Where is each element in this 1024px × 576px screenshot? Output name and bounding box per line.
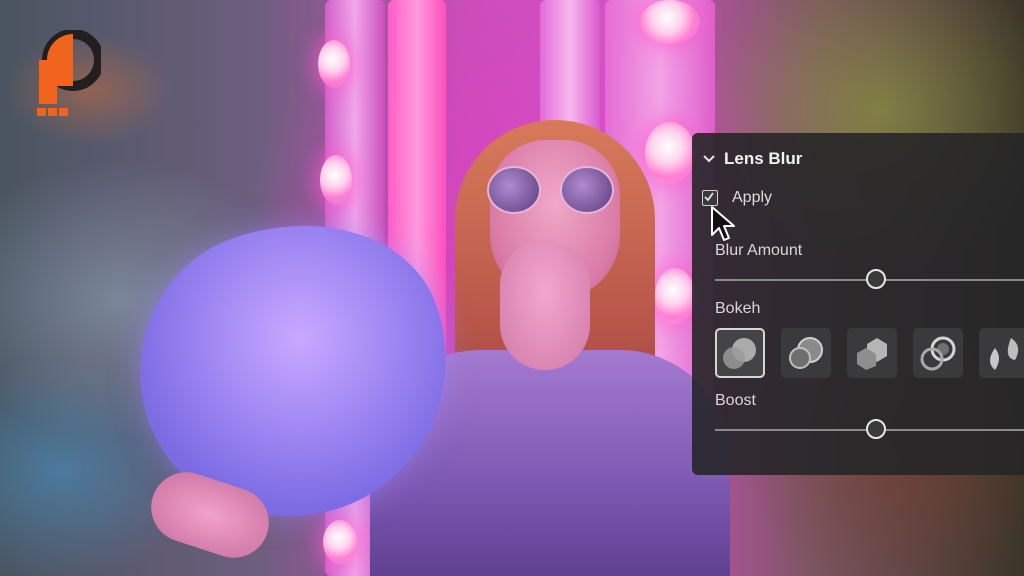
bokeh-circle-icon [723,338,756,369]
apply-label: Apply [732,189,773,206]
bokeh-option[interactable] [847,328,897,378]
apply-checkbox[interactable] [702,190,718,206]
light-bulb [318,40,350,88]
brand-logo-icon [37,30,101,116]
light-bulb [645,122,695,184]
checkmark-icon [704,192,714,202]
bokeh-cat-eye-icon [990,338,1019,370]
bokeh-option[interactable] [913,328,963,378]
chevron-down-icon[interactable] [702,152,716,166]
boost-label: Boost [715,392,756,409]
bokeh-option[interactable] [715,328,765,378]
blur-amount-slider[interactable] [715,269,1024,291]
bokeh-option[interactable] [781,328,831,378]
bokeh-blade-icon [857,338,887,370]
sunglasses-lens [560,166,614,214]
bokeh-bubble-icon [789,337,823,369]
panel-header[interactable]: Lens Blur [702,147,802,171]
bokeh-options [715,328,1024,378]
sunglasses-lens [487,166,541,214]
light-bulb [323,520,357,564]
bokeh-label: Bokeh [715,300,761,317]
boost-slider[interactable] [715,419,1024,441]
panel-title: Lens Blur [724,149,803,168]
light-bulb [655,268,695,324]
subject-hand [500,240,590,370]
light-bulb [320,155,352,205]
mouse-pointer-icon [711,206,735,241]
bokeh-option[interactable] [979,328,1024,378]
blur-amount-label: Blur Amount [715,242,803,259]
bokeh-ring-icon [920,336,956,371]
slider-thumb[interactable] [866,419,886,439]
lens-blur-panel: Lens Blur Apply Blur Amount Bokeh Boost [692,133,1024,475]
light-bulb [640,0,700,44]
slider-thumb[interactable] [866,269,886,289]
